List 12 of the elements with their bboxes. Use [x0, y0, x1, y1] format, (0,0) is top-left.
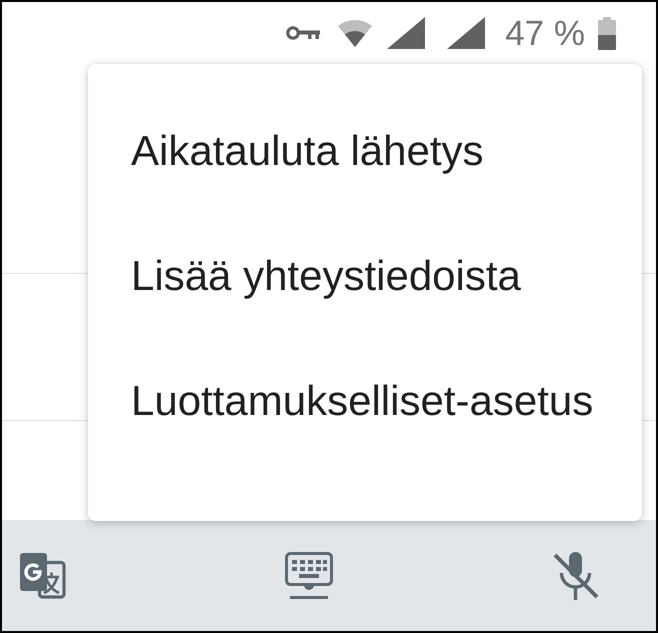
battery-percentage: 47 %: [505, 16, 585, 50]
menu-item[interactable]: Aikatauluta lähetys: [88, 88, 642, 213]
menu-item[interactable]: Lisää yhteystiedoista: [88, 213, 642, 338]
key-icon: [286, 26, 320, 40]
keyboard-icon[interactable]: [285, 552, 333, 600]
signal-icon: [387, 17, 426, 49]
signal-icon: [447, 17, 486, 49]
wifi-icon: [337, 18, 374, 48]
battery-icon: [598, 16, 616, 50]
microphone-off-icon[interactable]: [552, 552, 600, 600]
translate-icon[interactable]: [20, 552, 66, 598]
menu-item[interactable]: Luottamukselliset-asetus: [88, 338, 642, 463]
